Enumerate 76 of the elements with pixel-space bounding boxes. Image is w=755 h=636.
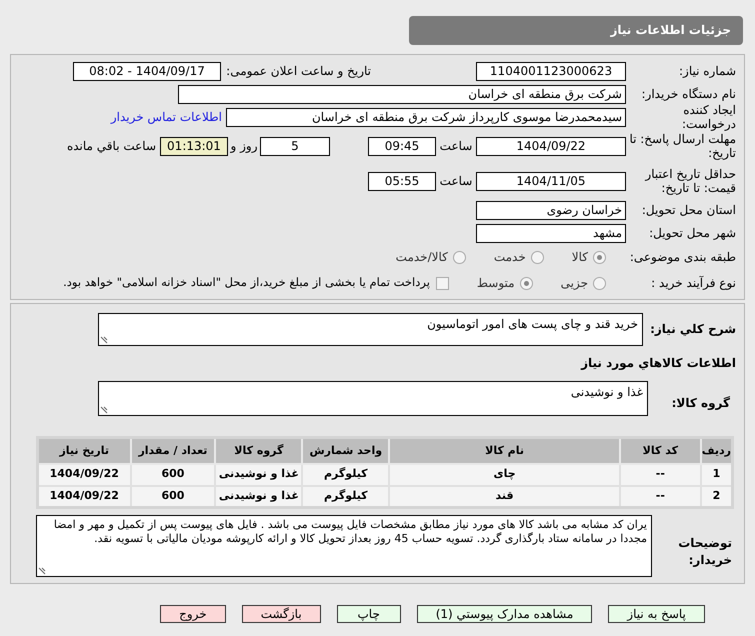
column-header: ردیف [700,438,732,464]
field-label: تاریخ و ساعت اعلان عمومی: [225,64,371,78]
field-label: توضیحات خریدار: [677,535,733,569]
text-field[interactable]: مشهد [476,224,626,242]
field-label: شماره نیاز: [678,64,736,78]
payment-note: پرداخت تمام یا بخشی از مبلغ خرید،از محل "اسناد خزانه اسلامی" خواهد بود. [63,274,430,292]
text-field[interactable]: 5 [260,136,330,156]
field-label: شهر محل تحویل: [648,226,736,240]
section-heading: اطلاعات کالاهاي مورد نیاز [580,355,736,371]
resize-handle-icon[interactable] [38,567,46,575]
action-button[interactable]: مشاهده مدارک پیوستي (1) [416,605,592,623]
field-label: ساعت باقي مانده [66,139,156,153]
table-cell: کیلوگرم [302,486,390,508]
table-cell: چای [389,464,620,486]
column-header: گروه کالا [215,438,302,464]
description-field[interactable]: یران کد مشابه می باشد کالا های مورد نیاز مطابق مشخصات فایل پیوست می باشد . فایل های پیوست پس از تکمیل و مهر و امضا مجددا در سامانه ستاد بارگذاری گردد. تسویه حساب 45 روز بعداز تحویل کالا و ارائه کارپوشه مودیان مالیاتی با تسویه نقد. [36,515,652,577]
resize-handle-icon[interactable] [100,336,108,344]
field-label: طبقه بندی موضوعی: [628,250,736,264]
radio-button[interactable] [520,276,533,290]
field-label: نام دستگاه خریدار: [640,87,736,101]
radio-button[interactable] [530,250,544,264]
table-cell: غذا و نوشیدنی [215,464,302,486]
option-label: کالا/خدمت [396,249,448,266]
table-cell: غذا و نوشیدنی [215,486,302,508]
text-field[interactable]: 05:55 [368,172,436,190]
summary-field[interactable]: خرید قند و چای پست های امور اتوماسیون [98,312,643,346]
table-cell: 1404/09/22 [38,464,130,486]
column-header: نام کالا [389,438,620,464]
text-field[interactable]: 1104001123000623 [476,62,626,80]
text-field[interactable]: 1404/09/17 - 08:02 [73,62,221,80]
field-label: حداقل تاریخ اعتبار قیمت: تا تاریخ: [644,167,736,195]
table-cell: 600 [130,464,216,486]
text-field[interactable]: 09:45 [368,136,436,156]
goods-group-field[interactable]: غذا و نوشیدنی [98,380,648,416]
column-header: کد کالا [620,438,701,464]
action-button[interactable]: چاپ [336,605,401,623]
field-label: نوع فرآیند خرید : [650,276,736,290]
countdown-field[interactable]: 01:13:01 [160,136,228,156]
table-cell: 600 [130,486,216,508]
checkbox[interactable] [436,276,449,290]
option-label: متوسط [476,275,515,292]
radio-button[interactable] [593,276,606,290]
field-label: گروه کالا: [670,396,731,410]
text-field[interactable]: شرکت برق منطقه ای خراسان [178,84,626,104]
option-label: خدمت [494,249,526,266]
contact-link[interactable]: اطلاعات تماس خریدار [110,108,222,126]
table-cell: 2 [700,486,732,508]
option-label: کالا [572,249,588,266]
table-cell: 1 [700,464,732,486]
column-header: واحد شمارش [302,438,390,464]
field-label: استان محل تحویل: [640,203,736,217]
table-cell: -- [620,464,701,486]
field-label: ساعت [438,139,474,153]
table-cell: -- [620,486,701,508]
radio-button[interactable] [593,250,606,264]
field-label: ساعت [438,174,474,188]
page-title: جزئیات اطلاعات نیاز [409,16,743,45]
text-field[interactable]: 1404/09/22 [476,136,626,156]
radio-button[interactable] [452,250,466,264]
field-label: شرح کلي نیاز: [649,322,736,336]
table-cell: کیلوگرم [302,464,390,486]
table-cell: 1404/09/22 [38,486,130,508]
text-field[interactable]: 1404/11/05 [476,172,626,190]
field-label: روز و [229,139,258,153]
option-label: جزیی [560,275,588,292]
column-header: تاریخ نیاز [38,438,130,464]
column-header: تعداد / مقدار [130,438,216,464]
table-cell: قند [389,486,620,508]
action-button[interactable]: پاسخ به نیاز [608,605,705,623]
field-label: ایجاد کننده درخواست: [681,103,736,131]
text-field[interactable]: خراسان رضوی [476,200,626,220]
text-field[interactable]: سیدمحمدرضا موسوی کارپرداز شرکت برق منطقه ای خراسان [226,108,626,126]
action-button[interactable]: بازگشت [242,605,321,623]
action-button[interactable]: خروج [160,605,226,623]
field-label: مهلت ارسال پاسخ: تا تاریخ: [628,132,736,160]
resize-handle-icon[interactable] [100,406,108,414]
